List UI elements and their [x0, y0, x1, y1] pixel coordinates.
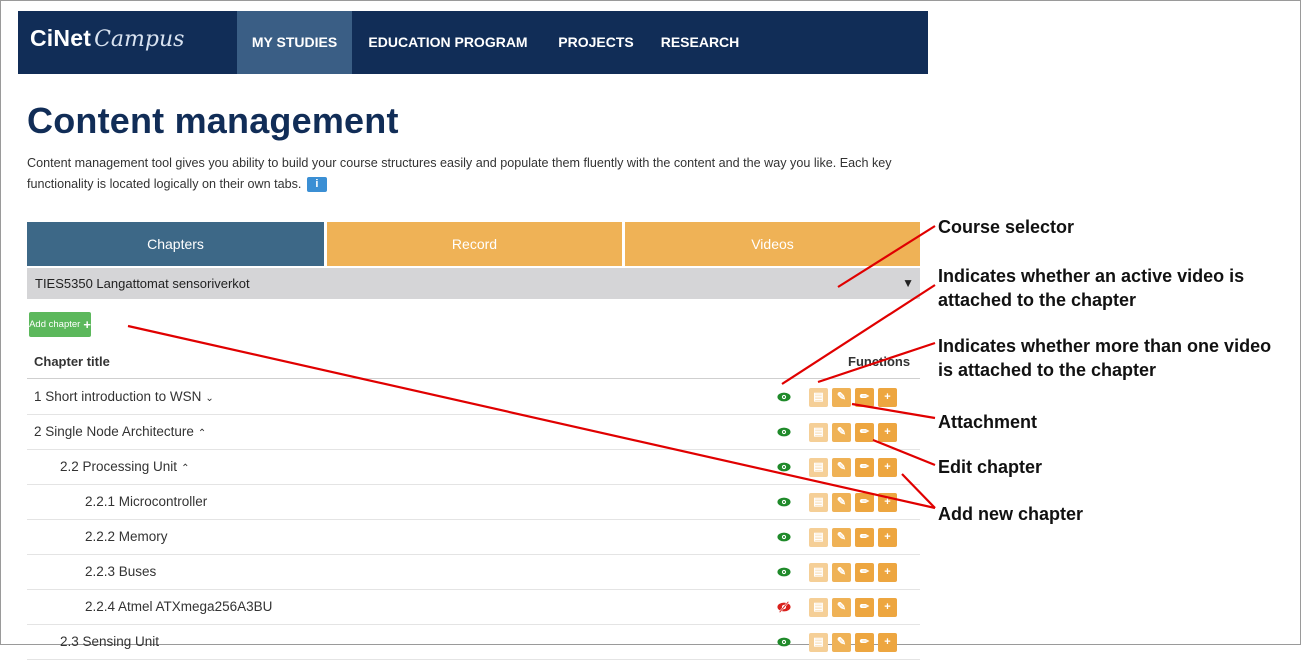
- pointer-attachment: [851, 402, 936, 420]
- pointer-add-new-chapter-1: [901, 473, 936, 509]
- pointer-add-new-chapter-2: [127, 324, 936, 510]
- annotation-pointer-lines: [127, 225, 936, 510]
- pointer-edit-chapter: [872, 438, 936, 467]
- pointer-course-selector: [837, 225, 936, 288]
